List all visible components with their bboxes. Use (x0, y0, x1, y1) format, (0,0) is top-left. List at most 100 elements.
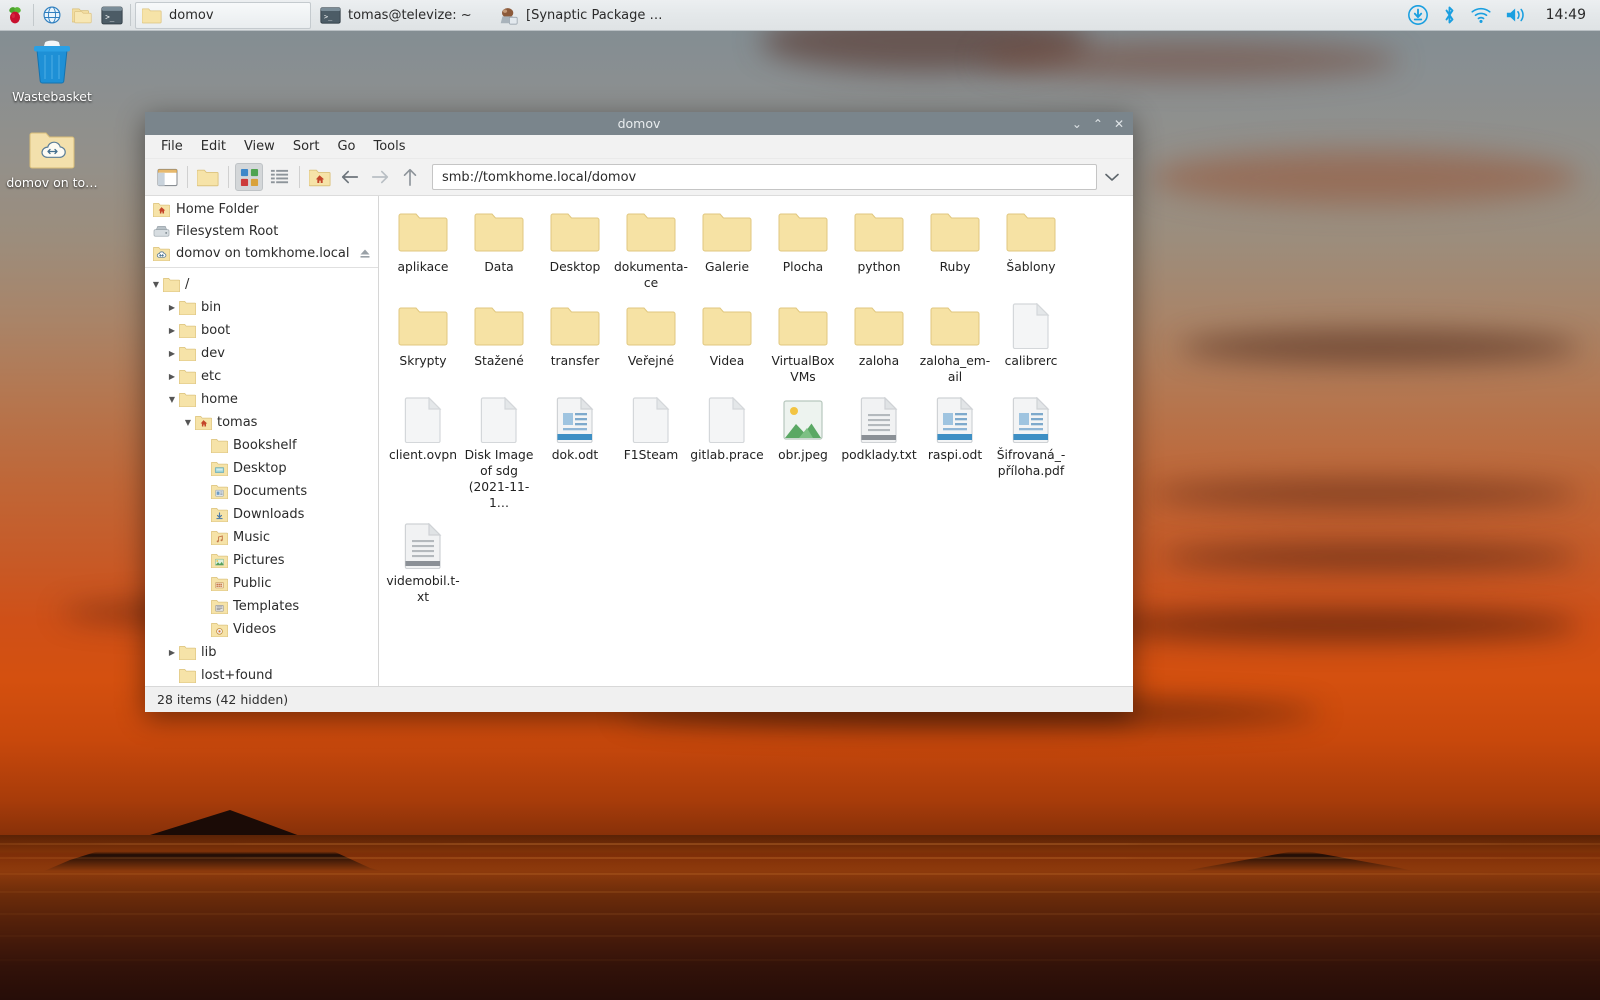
file-list-pane[interactable]: aplikace Data Desktop dokumenta-ce Galerie Pl… (379, 196, 1133, 686)
chevron-right-icon[interactable]: ▶ (165, 326, 179, 335)
taskbar-window-terminal[interactable]: >_ tomas@televize: ~ (313, 2, 489, 29)
menu-view[interactable]: View (236, 137, 283, 156)
new-folder-button[interactable] (194, 163, 222, 191)
bluetooth-icon[interactable] (1442, 4, 1457, 26)
file-item[interactable]: Galerie (689, 208, 765, 292)
taskbar-window-label: domov (169, 7, 214, 23)
chevron-down-icon[interactable]: ▼ (181, 418, 195, 427)
tree-item-videos[interactable]: ▶Videos (145, 618, 378, 641)
chevron-down-icon[interactable]: ▼ (165, 395, 179, 404)
file-item[interactable]: dokumenta-ce (613, 208, 689, 292)
sidebar-item-filesystem-root[interactable]: Filesystem Root (145, 220, 378, 242)
file-item[interactable]: Veřejné (613, 302, 689, 386)
taskbar-window-synaptic[interactable]: [Synaptic Package M… (491, 2, 677, 29)
file-item[interactable]: aplikace (385, 208, 461, 292)
file-item[interactable]: transfer (537, 302, 613, 386)
folder-icon (179, 346, 196, 361)
tree-item-music[interactable]: ▶Music (145, 526, 378, 549)
file-item[interactable]: Plocha (765, 208, 841, 292)
file-item[interactable]: python (841, 208, 917, 292)
volume-icon[interactable] (1505, 5, 1529, 25)
list-view-button[interactable] (265, 163, 293, 191)
file-item[interactable]: Videa (689, 302, 765, 386)
chevron-right-icon[interactable]: ▶ (165, 372, 179, 381)
terminal-icon[interactable]: >_ (97, 1, 127, 30)
chevron-right-icon[interactable]: ▶ (165, 303, 179, 312)
menu-file[interactable]: File (153, 137, 191, 156)
tree-item-bin[interactable]: ▶ bin (145, 296, 378, 319)
tree-item-downloads[interactable]: ▶Downloads (145, 503, 378, 526)
tree-item-lib[interactable]: ▶ lib (145, 641, 378, 664)
file-item[interactable]: Data (461, 208, 537, 292)
forward-button[interactable] (366, 163, 394, 191)
back-button[interactable] (336, 163, 364, 191)
tree-item-boot[interactable]: ▶ boot (145, 319, 378, 342)
folder-icon (163, 277, 180, 292)
menu-edit[interactable]: Edit (193, 137, 234, 156)
sidebar-item-domov-network[interactable]: domov on tomkhome.local (145, 242, 378, 264)
file-item[interactable]: obr.jpeg (765, 396, 841, 512)
tree-item-templates[interactable]: ▶Templates (145, 595, 378, 618)
tree-item--[interactable]: ▼ / (145, 273, 378, 296)
file-item[interactable]: Desktop (537, 208, 613, 292)
app-menu-button[interactable] (0, 1, 30, 30)
file-item[interactable]: videmobil.t-xt (385, 522, 461, 606)
sidebar-item-home-folder[interactable]: Home Folder (145, 198, 378, 220)
tree-item-home[interactable]: ▼ home (145, 388, 378, 411)
desktop-icon-wastebasket[interactable]: Wastebasket (0, 34, 104, 105)
wifi-icon[interactable] (1470, 5, 1492, 25)
file-item[interactable]: podklady.txt (841, 396, 917, 512)
file-item[interactable]: Ruby (917, 208, 993, 292)
menu-tools[interactable]: Tools (366, 137, 414, 156)
tree-item-public[interactable]: ▶Public (145, 572, 378, 595)
desktop-icon-label: Wastebasket (12, 89, 92, 104)
tree-item-bookshelf[interactable]: ▶Bookshelf (145, 434, 378, 457)
desktop-icon-domov-network[interactable]: domov on to… (0, 120, 104, 191)
file-item[interactable]: dok.odt (537, 396, 613, 512)
tree-item-tomas[interactable]: ▼ tomas (145, 411, 378, 434)
icon-view-button[interactable] (235, 163, 263, 191)
chevron-right-icon[interactable]: ▶ (165, 648, 179, 657)
file-item[interactable]: Šifrovaná_-příloha.pdf (993, 396, 1069, 512)
file-item[interactable]: F1Steam (613, 396, 689, 512)
file-item-label: videmobil.t-xt (386, 573, 460, 604)
window-titlebar[interactable]: domov ⌄ ⌃ ✕ (145, 112, 1133, 135)
file-item[interactable]: client.ovpn (385, 396, 461, 512)
file-item[interactable]: Stažené (461, 302, 537, 386)
web-browser-icon[interactable] (37, 1, 67, 30)
updates-icon[interactable] (1407, 4, 1429, 26)
chevron-right-icon[interactable]: ▶ (165, 349, 179, 358)
minimize-button[interactable]: ⌄ (1072, 118, 1082, 130)
path-bar[interactable]: smb://tomkhome.local/domov (432, 164, 1097, 190)
file-item[interactable]: gitlab.prace (689, 396, 765, 512)
toggle-sidebar-button[interactable] (153, 163, 181, 191)
file-manager-icon[interactable] (67, 1, 97, 30)
tree-item-desktop[interactable]: ▶Desktop (145, 457, 378, 480)
file-item[interactable]: raspi.odt (917, 396, 993, 512)
close-button[interactable]: ✕ (1114, 118, 1124, 130)
file-item[interactable]: VirtualBox VMs (765, 302, 841, 386)
file-item[interactable]: Šablony (993, 208, 1069, 292)
tree-item-lost-found[interactable]: ▶lost+found (145, 664, 378, 686)
file-item[interactable]: Skrypty (385, 302, 461, 386)
home-button[interactable] (306, 163, 334, 191)
tree-item-etc[interactable]: ▶ etc (145, 365, 378, 388)
file-item[interactable]: zaloha_em-ail (917, 302, 993, 386)
clock[interactable]: 14:49 (1542, 7, 1586, 23)
menu-sort[interactable]: Sort (285, 137, 328, 156)
file-item[interactable]: zaloha (841, 302, 917, 386)
menu-go[interactable]: Go (329, 137, 363, 156)
up-button[interactable] (396, 163, 424, 191)
taskbar-window-domov[interactable]: domov (135, 1, 311, 29)
chevron-down-icon[interactable]: ▼ (149, 280, 163, 289)
path-dropdown-button[interactable] (1099, 164, 1125, 190)
tree-item-label: etc (201, 369, 222, 384)
eject-icon[interactable] (358, 246, 372, 260)
maximize-button[interactable]: ⌃ (1093, 118, 1103, 130)
file-item[interactable]: calibrerc (993, 302, 1069, 386)
file-item[interactable]: Disk Image of sdg (2021-11-1… (461, 396, 537, 512)
tree-item-dev[interactable]: ▶ dev (145, 342, 378, 365)
tree-item-documents[interactable]: ▶Documents (145, 480, 378, 503)
tree-item-pictures[interactable]: ▶Pictures (145, 549, 378, 572)
folder-icon (179, 668, 196, 683)
